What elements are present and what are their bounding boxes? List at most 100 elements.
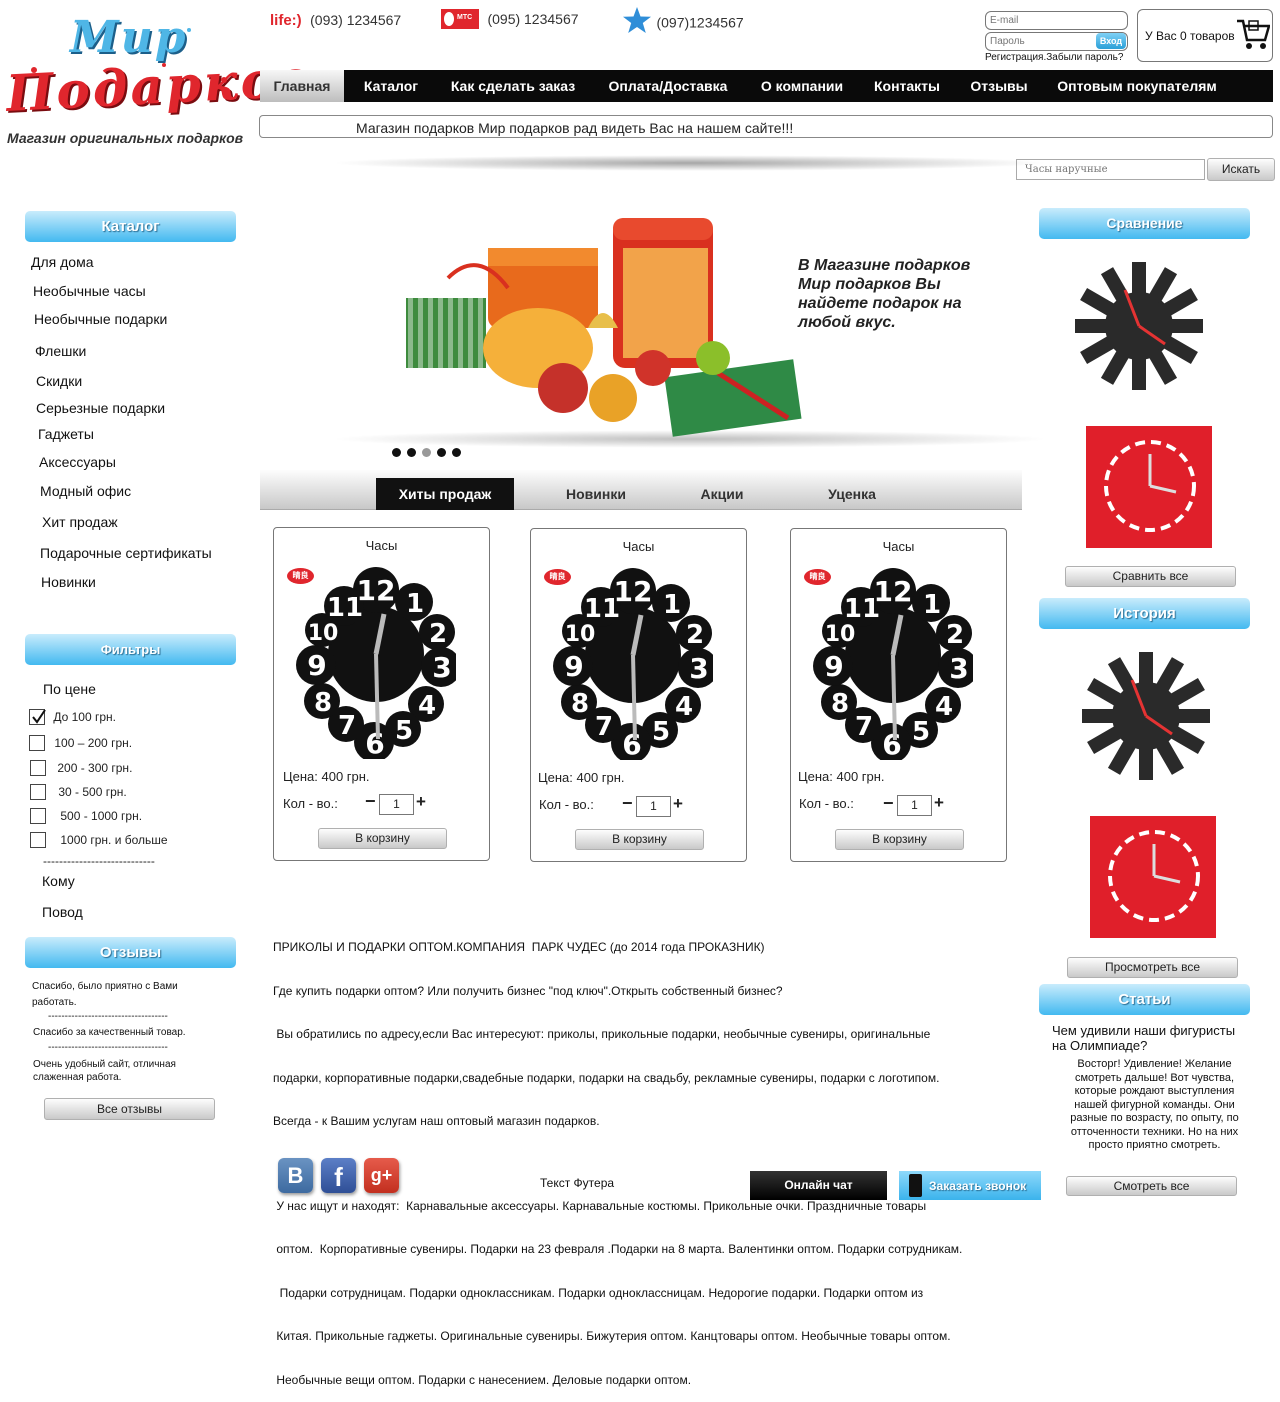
sidebar-item-discounts[interactable]: Скидки <box>36 373 82 389</box>
product-title[interactable]: Часы <box>274 538 489 553</box>
nav-item-wholesale[interactable]: Оптовым покупателям <box>1052 70 1222 102</box>
qty-input[interactable]: 1 <box>636 796 671 817</box>
reviews-heading: Отзывы <box>25 937 236 968</box>
product-title[interactable]: Часы <box>791 539 1006 554</box>
email-field[interactable] <box>985 11 1128 30</box>
logo[interactable]: Мир Подарков <box>4 10 314 130</box>
footer-text: Текст Футера <box>540 1176 615 1190</box>
sidebar-item-serious-gifts[interactable]: Серьезные подарки <box>36 400 165 416</box>
facebook-icon[interactable]: f <box>321 1158 356 1193</box>
qty-plus-button[interactable]: + <box>673 794 683 814</box>
checkbox[interactable] <box>30 832 46 848</box>
sidebar-item-fashion-office[interactable]: Модный офис <box>40 483 131 499</box>
article-headline[interactable]: Чем удивили наши фигуристы на Олимпиаде? <box>1052 1023 1242 1053</box>
banner-dot[interactable] <box>437 448 446 457</box>
sidebar-item-flash-drives[interactable]: Флешки <box>35 343 86 359</box>
checkbox[interactable] <box>30 808 46 824</box>
nav-item-contacts[interactable]: Контакты <box>866 70 948 102</box>
svg-text:7: 7 <box>595 712 613 742</box>
svg-text:4: 4 <box>418 691 436 721</box>
sidebar-item-gadgets[interactable]: Гаджеты <box>38 426 94 442</box>
add-to-cart-button[interactable]: В корзину <box>835 829 964 850</box>
nav-item-home[interactable]: Главная <box>260 70 344 102</box>
add-to-cart-button[interactable]: В корзину <box>318 828 447 849</box>
banner-shadow <box>330 155 1050 171</box>
clock-image[interactable]: 12 1 2 345 678 9 10 11 <box>813 565 978 763</box>
qty-input[interactable]: 1 <box>379 794 414 815</box>
qty-minus-button[interactable]: − <box>622 793 633 814</box>
checkbox[interactable] <box>30 784 46 800</box>
clock-image[interactable]: 12 1 2 345 678 9 10 11 <box>553 565 718 763</box>
filter-option[interactable]: 30 - 500 грн. <box>30 784 127 800</box>
filter-option[interactable]: 200 - 300 грн. <box>30 760 132 776</box>
filter-option[interactable]: 100 – 200 грн. <box>29 735 132 751</box>
tab-markdown[interactable]: Уценка <box>808 478 896 510</box>
vk-icon[interactable]: В <box>278 1158 313 1193</box>
review-item: Спасибо за качественный товар. <box>33 1027 186 1038</box>
view-all-articles-button[interactable]: Смотреть все <box>1066 1176 1237 1196</box>
register-link[interactable]: Регистрация. <box>985 52 1046 63</box>
banner-dot[interactable] <box>392 448 401 457</box>
banner[interactable]: В Магазине подарков Мир подарков Вы найд… <box>330 150 1050 470</box>
compare-red-clock-image[interactable] <box>1078 420 1218 553</box>
phone-number: (095) 1234567 <box>487 11 579 27</box>
filter-whom[interactable]: Кому <box>42 873 75 889</box>
checkbox-checked[interactable] <box>29 709 46 725</box>
svg-text:9: 9 <box>307 649 326 682</box>
sidebar-item-unusual-watches[interactable]: Необычные часы <box>33 283 146 299</box>
history-clock-image[interactable] <box>1078 648 1214 784</box>
qty-plus-button[interactable]: + <box>416 792 426 812</box>
checkbox[interactable] <box>29 735 45 751</box>
cart-widget[interactable]: У Вас 0 товаров <box>1137 9 1273 62</box>
nav-item-payment[interactable]: Оплата/Доставка <box>598 70 738 102</box>
banner-dot-active[interactable] <box>422 448 431 457</box>
text-line: ПРИКОЛЫ И ПОДАРКИ ОПТОМ.КОМПАНИЯ ПАРК ЧУ… <box>273 940 765 954</box>
callback-button[interactable]: Заказать звонок <box>899 1171 1041 1200</box>
add-to-cart-button[interactable]: В корзину <box>575 829 704 850</box>
nav-item-about[interactable]: О компании <box>752 70 852 102</box>
nav-item-reviews[interactable]: Отзывы <box>964 70 1034 102</box>
nav-item-catalog[interactable]: Каталог <box>352 70 430 102</box>
phone-mts: МТС (095) 1234567 <box>441 9 579 31</box>
tab-sales[interactable]: Акции <box>680 478 764 510</box>
compare-clock-image[interactable] <box>1075 258 1203 394</box>
clock-image[interactable]: 12 1 2 345 678 9 10 11 <box>296 564 461 762</box>
checkbox[interactable] <box>30 760 46 776</box>
life-logo: life:) <box>270 12 302 29</box>
product-price: Цена: 400 грн. <box>538 770 625 785</box>
sidebar-item-home[interactable]: Для дома <box>31 254 94 270</box>
sidebar-item-gift-certificates[interactable]: Подарочные сертификаты <box>40 545 212 561</box>
banner-dot[interactable] <box>407 448 416 457</box>
tab-new[interactable]: Новинки <box>550 478 642 510</box>
filter-occasion[interactable]: Повод <box>42 904 83 920</box>
svg-text:2: 2 <box>946 620 964 650</box>
sidebar-item-new[interactable]: Новинки <box>41 574 96 590</box>
sidebar-item-accessories[interactable]: Аксессуары <box>39 454 116 470</box>
product-title[interactable]: Часы <box>531 539 746 554</box>
login-button[interactable]: Вход <box>1096 33 1126 49</box>
sidebar-item-bestseller[interactable]: Хит продаж <box>42 514 118 530</box>
view-all-history-button[interactable]: Просмотреть все <box>1067 957 1238 978</box>
nav-item-how-to-order[interactable]: Как сделать заказ <box>440 70 586 102</box>
google-plus-icon[interactable]: g+ <box>364 1158 399 1193</box>
qty-input[interactable]: 1 <box>897 795 932 816</box>
online-chat-button[interactable]: Онлайн чат <box>750 1171 887 1200</box>
qty-minus-button[interactable]: − <box>365 791 376 812</box>
text-line: Китая. Прикольные гаджеты. Оригинальные … <box>273 1329 951 1343</box>
search-button[interactable]: Искать <box>1207 158 1275 181</box>
history-red-clock-image[interactable] <box>1082 810 1222 943</box>
banner-dot[interactable] <box>452 448 461 457</box>
svg-text:5: 5 <box>652 717 670 747</box>
qty-plus-button[interactable]: + <box>934 793 944 813</box>
qty-minus-button[interactable]: − <box>883 793 894 814</box>
tab-bestsellers[interactable]: Хиты продаж <box>376 478 514 510</box>
filter-option[interactable]: До 100 грн. <box>29 709 116 725</box>
svg-text:6: 6 <box>365 727 384 759</box>
filter-option[interactable]: 500 - 1000 грн. <box>30 808 142 824</box>
all-reviews-button[interactable]: Все отзывы <box>44 1098 215 1120</box>
filter-label: 500 - 1000 грн. <box>60 809 143 823</box>
sidebar-item-unusual-gifts[interactable]: Необычные подарки <box>34 311 167 327</box>
filter-option[interactable]: 1000 грн. и больше <box>30 832 168 848</box>
forgot-password-link[interactable]: Забыли пароль? <box>1046 52 1123 63</box>
compare-all-button[interactable]: Сравнить все <box>1065 566 1236 587</box>
